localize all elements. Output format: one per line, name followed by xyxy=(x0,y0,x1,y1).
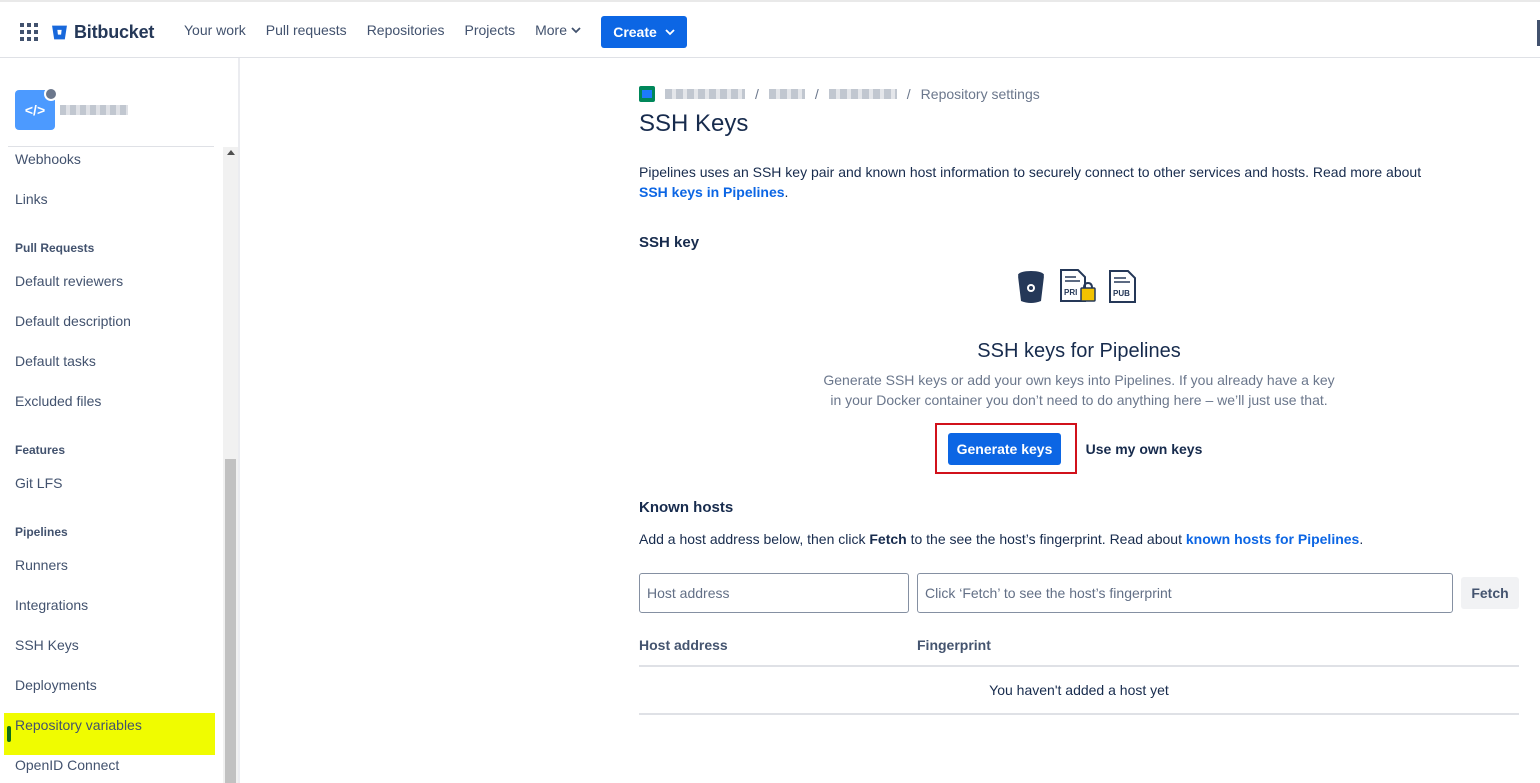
breadcrumb-project-redacted[interactable] xyxy=(768,89,805,99)
nav-more-label: More xyxy=(535,22,567,38)
sidebar-item-links[interactable]: Links xyxy=(15,191,48,207)
private-key-icon: PRI xyxy=(1060,269,1096,302)
public-key-icon: PUB xyxy=(1109,270,1136,303)
sidebar-item-git-lfs[interactable]: Git LFS xyxy=(15,475,62,491)
intro-text-body: Pipelines uses an SSH key pair and known… xyxy=(639,164,1422,180)
intro-text: Pipelines uses an SSH key pair and known… xyxy=(639,162,1439,202)
brand-name: Bitbucket xyxy=(74,21,155,42)
app-switcher-icon[interactable] xyxy=(20,23,38,41)
sidebar-item-integrations[interactable]: Integrations xyxy=(15,597,88,613)
nav-projects[interactable]: Projects xyxy=(465,22,516,38)
sidebar-item-deployments[interactable]: Deployments xyxy=(15,677,97,693)
sidebar-heading-pull-requests: Pull Requests xyxy=(15,241,95,255)
breadcrumb-workspace-redacted[interactable] xyxy=(665,89,745,99)
page-title: SSH Keys xyxy=(639,110,749,137)
known-hosts-description: Add a host address below, then click Fet… xyxy=(639,529,1363,549)
sidebar-item-default-description[interactable]: Default description xyxy=(15,313,131,329)
breadcrumb-separator: / xyxy=(755,86,759,102)
scroll-up-arrow-icon[interactable] xyxy=(227,150,235,155)
workspace-icon xyxy=(639,86,655,102)
sidebar-item-default-reviewers[interactable]: Default reviewers xyxy=(15,273,123,289)
table-bottom-divider xyxy=(639,713,1519,715)
breadcrumb-repo-redacted[interactable] xyxy=(828,89,897,99)
ssh-illustration: PRI PUB xyxy=(1016,268,1138,306)
nav-repositories[interactable]: Repositories xyxy=(367,22,445,38)
code-icon: </> xyxy=(24,102,46,118)
ssh-key-heading: SSH key xyxy=(639,234,700,251)
settings-sidebar: </> Webhooks Links Pull Requests Default… xyxy=(0,58,240,783)
column-header-fingerprint: Fingerprint xyxy=(917,637,991,653)
sidebar-item-ssh-keys[interactable]: SSH Keys xyxy=(15,637,79,653)
sidebar-scrollbar-thumb[interactable] xyxy=(225,459,236,783)
public-key-label: PUB xyxy=(1113,289,1130,298)
known-hosts-desc-middle: to the see the host’s fingerprint. Read … xyxy=(906,531,1186,547)
repo-name-redacted[interactable] xyxy=(60,105,128,115)
sidebar-heading-pipelines: Pipelines xyxy=(15,525,68,539)
top-navigation: Bitbucket Your work Pull requests Reposi… xyxy=(0,0,1540,58)
generate-keys-button[interactable]: Generate keys xyxy=(948,433,1061,465)
known-hosts-desc-end: . xyxy=(1359,531,1364,547)
main-nav: Your work Pull requests Repositories Pro… xyxy=(184,22,581,38)
breadcrumb-current[interactable]: Repository settings xyxy=(921,86,1040,102)
active-item-indicator xyxy=(7,726,11,742)
fetch-emphasis: Fetch xyxy=(869,531,907,547)
known-hosts-desc-start: Add a host address below, then click xyxy=(639,531,870,547)
fingerprint-input[interactable] xyxy=(917,573,1453,613)
nav-more-dropdown[interactable]: More xyxy=(535,22,581,38)
sidebar-item-excluded-files[interactable]: Excluded files xyxy=(15,393,101,409)
use-my-own-keys-button[interactable]: Use my own keys xyxy=(1080,433,1208,465)
chevron-down-icon xyxy=(665,29,675,36)
breadcrumb-separator: / xyxy=(814,86,819,102)
sidebar-item-openid-connect[interactable]: OpenID Connect xyxy=(15,757,119,773)
bucket-icon xyxy=(1018,271,1044,303)
fetch-button[interactable]: Fetch xyxy=(1461,577,1519,609)
chevron-down-icon xyxy=(571,27,581,34)
bitbucket-logo[interactable]: Bitbucket xyxy=(51,21,154,43)
intro-text-end: . xyxy=(784,184,789,200)
ssh-empty-description: Generate SSH keys or add your own keys i… xyxy=(823,372,1335,408)
breadcrumb: / / / Repository settings xyxy=(639,86,1040,102)
column-header-host-address: Host address xyxy=(639,637,728,653)
private-key-label: PRI xyxy=(1064,288,1077,297)
ssh-empty-title: SSH keys for Pipelines xyxy=(977,340,1181,362)
known-hosts-empty-state: You haven't added a host yet xyxy=(989,682,1169,698)
known-hosts-heading: Known hosts xyxy=(639,499,734,516)
nav-pull-requests[interactable]: Pull requests xyxy=(266,22,347,38)
sidebar-item-webhooks[interactable]: Webhooks xyxy=(15,151,81,167)
create-button-label: Create xyxy=(613,24,657,40)
sidebar-item-repository-variables[interactable]: Repository variables xyxy=(15,717,142,733)
sidebar-list: Webhooks Links Pull Requests Default rev… xyxy=(0,147,222,783)
breadcrumb-separator: / xyxy=(906,86,911,102)
nav-your-work[interactable]: Your work xyxy=(184,22,246,38)
table-header-divider xyxy=(639,665,1519,667)
host-address-input[interactable] xyxy=(639,573,909,613)
known-hosts-docs-link[interactable]: known hosts for Pipelines xyxy=(1186,531,1359,547)
sidebar-item-runners[interactable]: Runners xyxy=(15,557,68,573)
ssh-keys-docs-link[interactable]: SSH keys in Pipelines xyxy=(639,184,785,200)
sidebar-item-default-tasks[interactable]: Default tasks xyxy=(15,353,96,369)
sidebar-heading-features: Features xyxy=(15,443,66,457)
create-button[interactable]: Create xyxy=(601,16,687,48)
bitbucket-logo-icon xyxy=(52,25,67,39)
private-lock-icon xyxy=(44,87,58,101)
